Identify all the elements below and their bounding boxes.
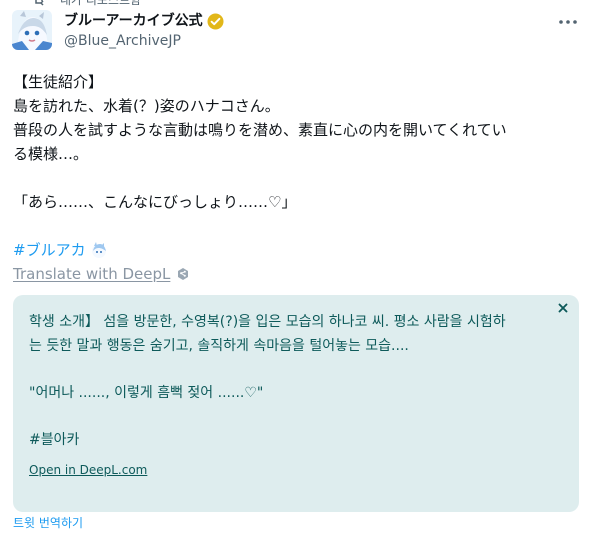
avatar-icon: [12, 10, 52, 50]
more-options-icon: [559, 20, 577, 24]
translation-line: #블아카: [29, 432, 80, 448]
author-handle[interactable]: @Blue_ArchiveJP: [64, 31, 181, 51]
translation-panel: 학생 소개】 섬을 방문한, 수영복(?)을 입은 모습의 하나코 씨. 평소 …: [13, 295, 579, 512]
repost-context: 내가 리포스트함: [32, 0, 141, 8]
more-options-button[interactable]: [558, 14, 578, 30]
tweet-body: 【生徒紹介】 島を訪れた、水着(？)姿のハナコさん。 普段の人を試すような言動は…: [13, 70, 579, 238]
tweet-line: る模様…。: [13, 145, 89, 163]
translate-row: Translate with DeepL: [13, 262, 190, 286]
blue-archive-hashtag-emoji-icon: [90, 241, 108, 259]
translation-line: "어머나 ......, 이렇게 흠뻑 젖어 ......♡": [29, 385, 264, 401]
deepl-logo-icon: [176, 267, 190, 281]
tweet-line: [13, 166, 579, 190]
author-name-row[interactable]: ブルーアーカイブ公式: [64, 11, 224, 31]
translation-line: [29, 405, 569, 428]
repost-context-text: 내가 리포스트함: [60, 0, 142, 7]
repost-icon: [32, 0, 46, 7]
translation-line: 는 듯한 말과 행동은 숨기고, 솔직하게 속마음을 털어놓는 모습....: [29, 338, 409, 354]
translation-line: [29, 358, 569, 381]
author-display-name[interactable]: ブルーアーカイブ公式: [64, 11, 203, 31]
tweet-line: [13, 214, 579, 238]
hashtag-link[interactable]: #ブルアカ: [13, 238, 86, 262]
verified-badge-icon: [207, 13, 224, 30]
avatar[interactable]: [12, 10, 52, 50]
tweet-line: 【生徒紹介】: [13, 73, 104, 91]
tweet-line: 島を訪れた、水着(？)姿のハナコさん。: [13, 97, 280, 115]
translation-body: 학생 소개】 섬을 방문한, 수영복(?)을 입은 모습의 하나코 씨. 평소 …: [29, 310, 569, 452]
tweet-line: 普段の人を試すような言動は鳴りを潜め、素直に心の内を開いてくれてい: [13, 121, 507, 139]
translation-line: 학생 소개】 섬을 방문한, 수영복(?)을 입은 모습의 하나코 씨. 평소 …: [29, 314, 506, 330]
translate-with-deepl-link[interactable]: Translate with DeepL: [13, 262, 170, 286]
translate-post-link[interactable]: 트윗 번역하기: [13, 514, 83, 532]
open-in-deepl-link[interactable]: Open in DeepL.com: [29, 462, 147, 478]
hashtag-row: #ブルアカ: [13, 238, 108, 262]
tweet-line: 「あら……、こんなにびっしょり……♡」: [13, 193, 297, 211]
